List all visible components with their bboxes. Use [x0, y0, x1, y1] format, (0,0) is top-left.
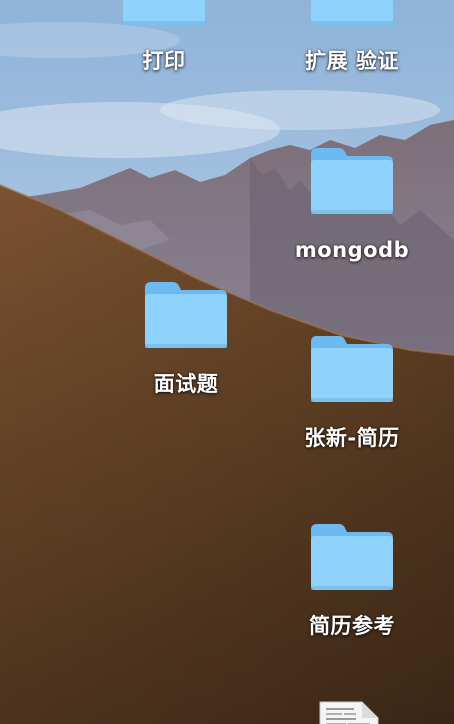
desktop: 打印 扩展 验证 mongodb 面试题 张新-简历 简历参考	[0, 0, 454, 724]
desktop-folder-extension-verify[interactable]: 扩展 验证	[277, 0, 427, 75]
folder-icon	[123, 0, 205, 25]
folder-icon	[311, 148, 393, 214]
icon-label: 打印	[142, 49, 186, 73]
icon-label: 扩展 验证	[305, 49, 399, 73]
desktop-folder-print[interactable]: 打印	[89, 0, 239, 75]
desktop-folder-interview-questions[interactable]: 面试题	[111, 278, 261, 398]
icon-label: 面试题	[153, 372, 219, 396]
icon-label: 张新-简历	[304, 426, 400, 450]
desktop-folder-mongodb[interactable]: mongodb	[277, 144, 427, 264]
folder-icon	[311, 524, 393, 590]
folder-icon	[311, 0, 393, 25]
folder-icon	[311, 336, 393, 402]
folder-icon	[145, 282, 227, 348]
icon-label: mongodb	[294, 238, 410, 262]
desktop-folder-zhangxin-resume[interactable]: 张新-简历	[277, 332, 427, 452]
document-icon[interactable]	[318, 700, 380, 724]
desktop-folder-resume-reference[interactable]: 简历参考	[277, 520, 427, 640]
icon-label: 简历参考	[309, 614, 395, 638]
